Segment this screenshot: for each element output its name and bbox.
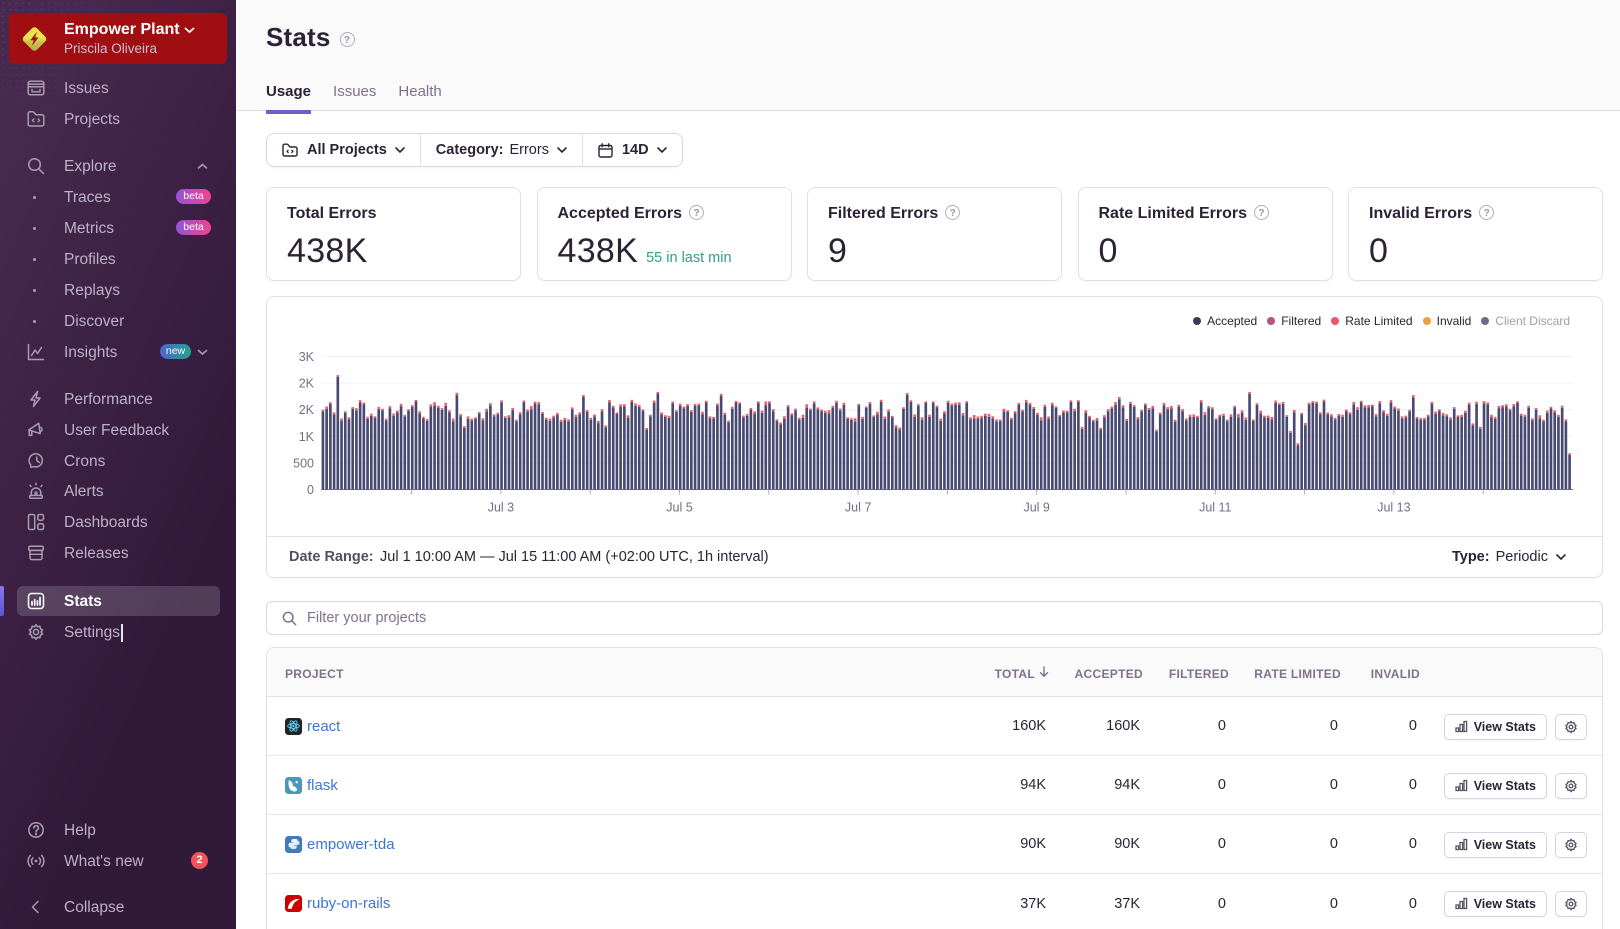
svg-text:1K: 1K xyxy=(299,430,315,444)
svg-text:2K: 2K xyxy=(299,377,315,391)
svg-text:Jul 5: Jul 5 xyxy=(666,501,692,515)
svg-text:3K: 3K xyxy=(299,350,315,364)
svg-text:Jul 13: Jul 13 xyxy=(1377,501,1410,515)
svg-text:500: 500 xyxy=(293,456,314,470)
svg-text:Jul 7: Jul 7 xyxy=(845,501,871,515)
svg-text:2K: 2K xyxy=(299,403,315,417)
svg-text:Jul 11: Jul 11 xyxy=(1199,501,1231,515)
svg-text:Jul 9: Jul 9 xyxy=(1023,501,1049,515)
svg-text:0: 0 xyxy=(307,483,314,497)
svg-text:Jul 3: Jul 3 xyxy=(488,501,514,515)
